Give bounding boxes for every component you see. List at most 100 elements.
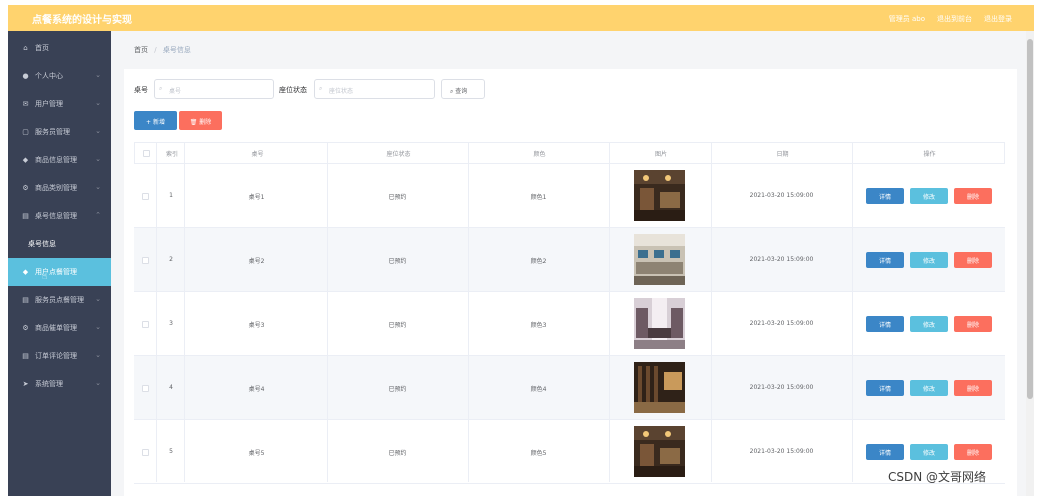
detail-label: 详情 [878,194,891,201]
delete-button[interactable]: 删除 [954,316,992,332]
sidebar-item-reminders[interactable]: ⚙ 商品催单管理 ⌄ [8,314,111,342]
home-icon: ⌂ [23,44,28,52]
chevron-down-icon: ⌄ [95,183,101,191]
search-icon: ⌕ [159,85,163,92]
sidebar-item-tables[interactable]: ▤ 桌号信息管理 ⌃ [8,202,111,230]
edit-button[interactable]: 修改 [910,252,948,268]
sidebar-item-label: 首页 [35,44,49,52]
sidebar-item-label: 商品类别管理 [35,184,77,192]
edit-button[interactable]: 修改 [910,444,948,460]
table-row: 4 桌号4 已预约 颜色4 2021-03-20 15:09:00 详情 修改 … [134,356,1005,420]
row-checkbox[interactable] [142,321,149,328]
logout-link[interactable]: 退出登录 [984,14,1012,24]
table-row: 3 桌号3 已预约 颜色3 2021-03-20 15:09:00 详情 修改 … [134,292,1005,356]
edit-button[interactable]: 修改 [910,380,948,396]
sidebar-subitem-table-info[interactable]: 桌号信息 [8,230,111,258]
gear-icon: ⚙ [22,324,29,332]
edit-button[interactable]: 修改 [910,316,948,332]
batch-delete-button[interactable]: 🗑 删除 [179,111,222,130]
add-button[interactable]: + 新增 [134,111,177,130]
cell-date: 2021-03-20 15:09:00 [749,320,814,327]
sidebar-item-users[interactable]: ✉ 用户管理 ⌄ [8,90,111,118]
column-divider [468,142,469,482]
list-icon: ▤ [22,212,29,220]
sidebar-item-label: 服务员点餐管理 [35,296,84,304]
mail-icon: ✉ [22,100,29,108]
table-row: 5 桌号5 已预约 颜色5 2021-03-20 15:09:00 详情 修改 … [134,420,1005,484]
column-divider [184,142,185,482]
delete-button[interactable]: 删除 [954,188,992,204]
breadcrumb-home[interactable]: 首页 [134,46,148,54]
cell-color: 颜色4 [530,386,547,393]
query-button-label: 查询 [455,88,468,95]
sidebar-item-categories[interactable]: ⚙ 商品类别管理 ⌄ [8,174,111,202]
sidebar-item-user-orders[interactable]: ◆ 用户点餐管理 ☝ [8,258,111,286]
list-icon: ▤ [22,352,29,360]
header-links: 管理员 abo 退出到前台 退出登录 [889,14,1012,24]
delete-button[interactable]: 删除 [954,380,992,396]
row-checkbox[interactable] [142,257,149,264]
sidebar-item-waiter-orders[interactable]: ▤ 服务员点餐管理 ⌄ [8,286,111,314]
col-actions: 操作 [923,151,936,158]
admin-label: 管理员 abo [888,15,925,23]
query-button[interactable]: ⌕ 查询 [441,79,485,99]
chevron-down-icon: ⌄ [95,99,101,107]
delete-label: 删除 [966,258,979,265]
edit-label: 修改 [922,322,935,329]
detail-button[interactable]: 详情 [866,444,904,460]
table-photo [634,362,685,413]
box-icon: ▢ [22,128,29,136]
row-checkbox[interactable] [142,449,149,456]
col-color: 颜色 [533,151,546,158]
sidebar-item-label: 商品催单管理 [35,324,77,332]
detail-button[interactable]: 详情 [866,188,904,204]
column-divider [852,142,853,482]
gear-icon: ⚙ [22,184,29,192]
table-photo [634,170,685,221]
column-divider [156,142,157,482]
delete-label: 删除 [966,322,979,329]
status-input[interactable]: ⌕ 座位状态 [314,79,435,99]
col-index: 索引 [165,151,178,158]
chevron-down-icon: ⌄ [95,127,101,135]
scrollbar-thumb[interactable] [1027,39,1033,399]
sidebar-item-profile[interactable]: ● 个人中心 ⌄ [8,62,111,90]
sidebar-item-home[interactable]: ⌂ 首页 [8,34,111,62]
detail-button[interactable]: 详情 [866,316,904,332]
sidebar-item-products[interactable]: ◆ 商品信息管理 ⌄ [8,146,111,174]
back-to-front-link[interactable]: 退出到前台 [937,14,972,24]
sidebar-item-label: 系统管理 [35,380,63,388]
edit-button[interactable]: 修改 [910,188,948,204]
row-checkbox[interactable] [142,193,149,200]
table-row: 1 桌号1 已预约 颜色1 2021-03-20 15:09:00 详情 修改 … [134,164,1005,228]
table-no-input[interactable]: ⌕ 桌号 [154,79,274,99]
col-date: 日期 [776,151,789,158]
cell-date: 2021-03-20 15:09:00 [749,448,814,455]
sidebar-item-label: 个人中心 [35,72,63,80]
page-scrollbar[interactable] [1026,31,1034,496]
sidebar-item-label: 订单评论管理 [35,352,77,360]
cell-index: 4 [169,384,173,391]
cell-status: 已预约 [388,258,407,265]
delete-button[interactable]: 删除 [954,444,992,460]
shield-icon: ◆ [22,156,29,164]
sidebar-item-system[interactable]: ➤ 系统管理 ⌄ [8,370,111,398]
sidebar: ⌂ 首页 ● 个人中心 ⌄ ✉ 用户管理 ⌄ ▢ 服务员管理 ⌄ ◆ 商品信息管… [8,31,111,496]
detail-button[interactable]: 详情 [866,380,904,396]
table-header: 索引 桌号 座位状态 颜色 图片 日期 操作 [134,142,1005,164]
select-all-checkbox[interactable] [143,150,150,157]
table-photo [634,426,685,477]
cell-table-no: 桌号4 [248,386,265,393]
row-checkbox[interactable] [142,385,149,392]
column-divider [327,142,328,482]
delete-label: 删除 [966,450,979,457]
sidebar-item-waiters[interactable]: ▢ 服务员管理 ⌄ [8,118,111,146]
user-icon: ● [22,72,29,80]
search-icon: ⌕ [319,85,323,92]
detail-button[interactable]: 详情 [866,252,904,268]
edit-label: 修改 [922,194,935,201]
top-header: 点餐系统的设计与实现 管理员 abo 退出到前台 退出登录 [8,5,1034,31]
delete-button[interactable]: 删除 [954,252,992,268]
send-icon: ➤ [22,380,29,388]
sidebar-item-comments[interactable]: ▤ 订单评论管理 ⌄ [8,342,111,370]
